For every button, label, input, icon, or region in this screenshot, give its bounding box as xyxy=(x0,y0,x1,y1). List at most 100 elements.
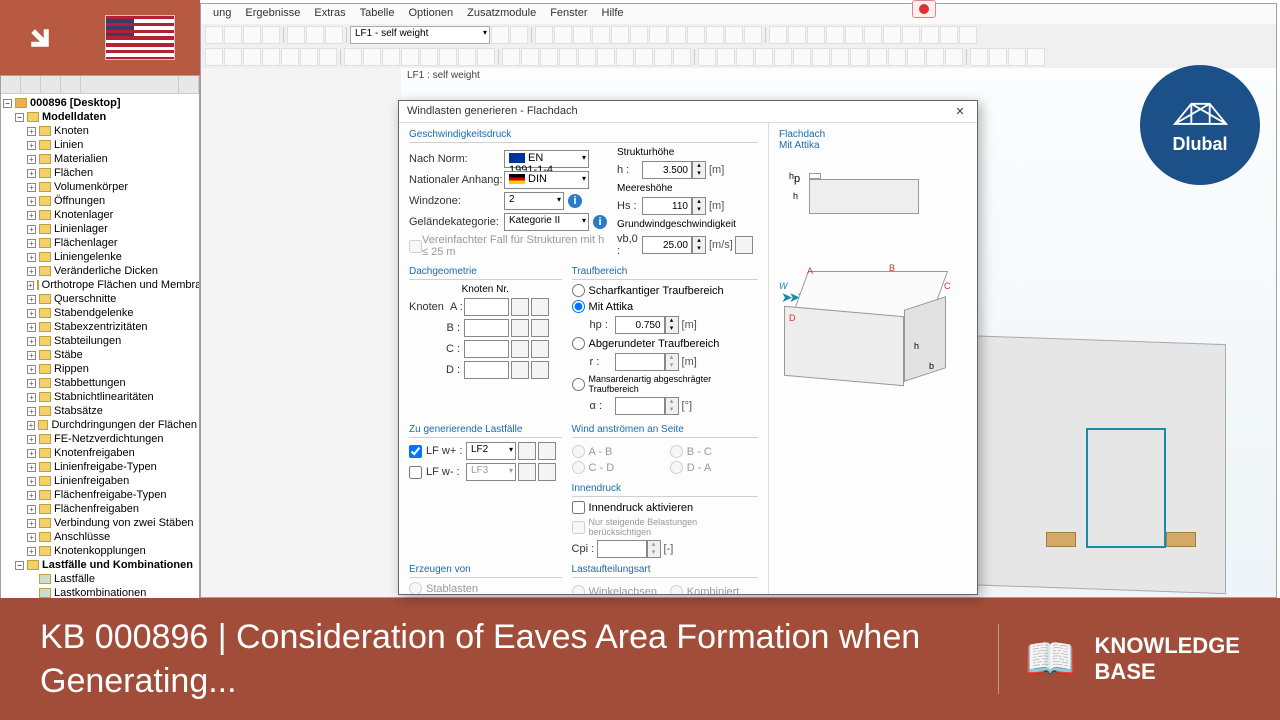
tb-btn[interactable] xyxy=(774,48,792,66)
eave-sharp-radio[interactable] xyxy=(572,284,585,297)
tb-btn[interactable] xyxy=(654,48,672,66)
node-a-input[interactable] xyxy=(464,298,509,316)
tb-btn[interactable] xyxy=(597,48,615,66)
pick-button[interactable] xyxy=(511,340,529,358)
tb-btn[interactable] xyxy=(769,26,787,44)
tb-btn[interactable] xyxy=(535,26,553,44)
inner-pressure-checkbox[interactable] xyxy=(572,501,585,514)
tb-btn[interactable] xyxy=(363,48,381,66)
tb-btn[interactable] xyxy=(744,26,762,44)
tb-btn[interactable] xyxy=(224,26,242,44)
tb-btn[interactable] xyxy=(755,48,773,66)
info-icon[interactable]: i xyxy=(568,194,582,208)
lookup-button[interactable] xyxy=(735,236,753,254)
tb-btn[interactable] xyxy=(458,48,476,66)
windzone-combo[interactable]: 2 xyxy=(504,192,564,210)
eave-mansard-radio[interactable] xyxy=(572,378,585,391)
language-flag[interactable] xyxy=(80,0,200,75)
tree-item[interactable]: +Durchdringungen der Flächen xyxy=(27,418,197,432)
lfwp-combo[interactable]: LF2 xyxy=(466,442,516,460)
tb-btn[interactable] xyxy=(554,26,572,44)
tree-item[interactable]: +Verbindung von zwei Stäben xyxy=(27,516,197,530)
tb-btn[interactable] xyxy=(864,26,882,44)
tb-btn[interactable] xyxy=(592,26,610,44)
tb-btn[interactable] xyxy=(649,26,667,44)
node-c-input[interactable] xyxy=(464,340,509,358)
lc-button[interactable] xyxy=(538,442,556,460)
pick-button[interactable] xyxy=(531,340,549,358)
tb-btn[interactable] xyxy=(970,48,988,66)
tb-btn[interactable] xyxy=(706,26,724,44)
tree-item[interactable]: +Stabendgelenke xyxy=(27,306,197,320)
lfwp-checkbox[interactable] xyxy=(409,445,422,458)
tree-item[interactable]: +Anschlüsse xyxy=(27,530,197,544)
tb-btn[interactable] xyxy=(1008,48,1026,66)
tb-btn[interactable] xyxy=(243,26,261,44)
loadcase-combo[interactable]: LF1 - self weight xyxy=(350,26,490,44)
tb-btn[interactable] xyxy=(673,48,691,66)
tb-btn[interactable] xyxy=(420,48,438,66)
tb-btn[interactable] xyxy=(243,48,261,66)
tb-btn[interactable] xyxy=(224,48,242,66)
tb-btn[interactable] xyxy=(807,26,825,44)
tree-item[interactable]: +Orthotrope Flächen und Membranen xyxy=(27,278,197,292)
node-b-input[interactable] xyxy=(464,319,509,337)
tree-item[interactable]: +Stäbe xyxy=(27,348,197,362)
tb-btn[interactable] xyxy=(945,48,963,66)
tb-btn[interactable] xyxy=(687,26,705,44)
spinner[interactable]: ▴▾ xyxy=(692,197,706,215)
tb-btn[interactable] xyxy=(850,48,868,66)
tree-item[interactable]: +Knotenfreigaben xyxy=(27,446,197,460)
tree-item[interactable]: +Stabteilungen xyxy=(27,334,197,348)
pick-button[interactable] xyxy=(531,319,549,337)
tree-item[interactable]: +Volumenkörper xyxy=(27,180,197,194)
tb-btn[interactable] xyxy=(559,48,577,66)
tb-btn[interactable] xyxy=(401,48,419,66)
tb-btn[interactable] xyxy=(287,26,305,44)
tree-item[interactable]: +Querschnitte xyxy=(27,292,197,306)
tb-btn[interactable] xyxy=(319,48,337,66)
tree-item[interactable]: +Knotenkopplungen xyxy=(27,544,197,558)
tb-btn[interactable] xyxy=(1027,48,1045,66)
tree-item[interactable]: +Flächenfreigaben xyxy=(27,502,197,516)
tree-item[interactable]: +Rippen xyxy=(27,362,197,376)
tb-btn[interactable] xyxy=(793,48,811,66)
tb-btn[interactable] xyxy=(826,26,844,44)
tree-item[interactable]: +Stabbettungen xyxy=(27,376,197,390)
record-button[interactable] xyxy=(912,0,936,18)
pick-button[interactable] xyxy=(531,361,549,379)
tb-btn[interactable] xyxy=(845,26,863,44)
menu-item[interactable]: Fenster xyxy=(543,4,594,24)
lc-button[interactable] xyxy=(518,442,536,460)
menu-item[interactable]: Ergebnisse xyxy=(238,4,307,24)
tb-btn[interactable] xyxy=(510,26,528,44)
tree-item[interactable]: +Veränderliche Dicken xyxy=(27,264,197,278)
norm-combo[interactable]: EN 1991-1-4 xyxy=(504,150,589,168)
tb-btn[interactable] xyxy=(698,48,716,66)
tb-btn[interactable] xyxy=(306,26,324,44)
tree-item[interactable]: Lastfälle xyxy=(27,572,197,586)
tb-btn[interactable] xyxy=(281,48,299,66)
pick-button[interactable] xyxy=(511,298,529,316)
tb-btn[interactable] xyxy=(940,26,958,44)
spinner[interactable]: ▴▾ xyxy=(692,236,706,254)
tb-btn[interactable] xyxy=(888,48,906,66)
tb-btn[interactable] xyxy=(907,48,925,66)
tree-item[interactable]: +Linienfreigabe-Typen xyxy=(27,460,197,474)
tb-btn[interactable] xyxy=(668,26,686,44)
spinner[interactable]: ▴▾ xyxy=(692,161,706,179)
tb-btn[interactable] xyxy=(325,26,343,44)
tree-item[interactable]: +Stabexzentrizitäten xyxy=(27,320,197,334)
tb-btn[interactable] xyxy=(540,48,558,66)
tree-item[interactable]: +Flächenlager xyxy=(27,236,197,250)
tree-item[interactable]: +Liniengelenke xyxy=(27,250,197,264)
tb-btn[interactable] xyxy=(831,48,849,66)
menu-item[interactable]: Hilfe xyxy=(595,4,631,24)
tb-btn[interactable] xyxy=(959,26,977,44)
node-d-input[interactable] xyxy=(464,361,509,379)
tb-btn[interactable] xyxy=(573,26,591,44)
navigator-tabs[interactable] xyxy=(1,76,199,94)
tb-btn[interactable] xyxy=(502,48,520,66)
tb-btn[interactable] xyxy=(439,48,457,66)
tb-btn[interactable] xyxy=(205,26,223,44)
